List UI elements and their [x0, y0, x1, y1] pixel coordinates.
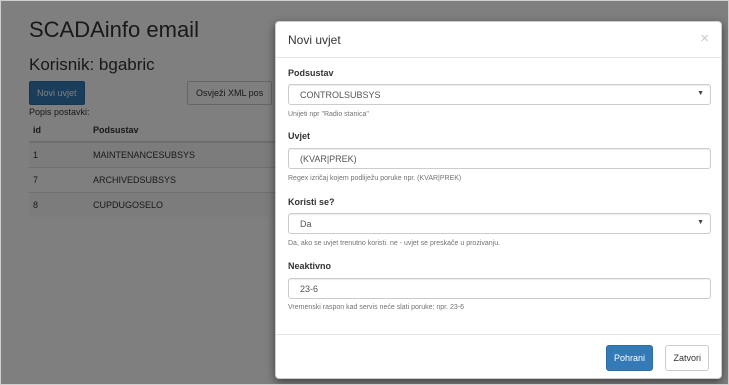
modal-header: Novi uvjet ×: [276, 22, 721, 58]
condition-label: Uvjet: [288, 131, 311, 141]
modal-title: Novi uvjet: [288, 33, 341, 47]
modal-footer: Pohrani Zatvori: [276, 334, 721, 378]
subsystem-select[interactable]: CONTROLSUBSYS ▼: [288, 84, 711, 105]
chevron-down-icon: ▼: [697, 90, 704, 97]
save-button[interactable]: Pohrani: [605, 345, 653, 371]
active-select[interactable]: Da ▼: [288, 213, 711, 234]
subsystem-label: Podsustav: [288, 68, 334, 78]
subsystem-select-value: CONTROLSUBSYS: [300, 90, 381, 100]
active-help: Da, ako se uvjet trenutno koristi. ne - …: [288, 240, 501, 247]
new-rule-modal: Novi uvjet × Podsustav CONTROLSUBSYS ▼ U…: [275, 21, 722, 379]
browser-viewport: SCADAinfo email Korisnik: bgabric Novi u…: [0, 0, 729, 385]
condition-help: Regex izričaj kojem podliježu poruke npr…: [288, 175, 462, 182]
subsystem-help: Unijeti npr "Radio stanica": [288, 111, 369, 118]
inactive-input[interactable]: 23-6: [288, 278, 711, 299]
inactive-input-value: 23-6: [300, 284, 319, 294]
close-icon[interactable]: ×: [700, 30, 709, 47]
active-select-value: Da: [300, 219, 312, 229]
inactive-label: Neaktivno: [288, 261, 332, 271]
close-button[interactable]: Zatvori: [665, 345, 709, 371]
condition-input[interactable]: (KVAR|PREK): [288, 148, 711, 169]
chevron-down-icon: ▼: [697, 219, 704, 226]
inactive-help: Vremenski raspon kad servis neće slati p…: [288, 304, 464, 311]
active-label: Koristi se?: [288, 197, 335, 207]
condition-input-value: (KVAR|PREK): [300, 154, 357, 164]
